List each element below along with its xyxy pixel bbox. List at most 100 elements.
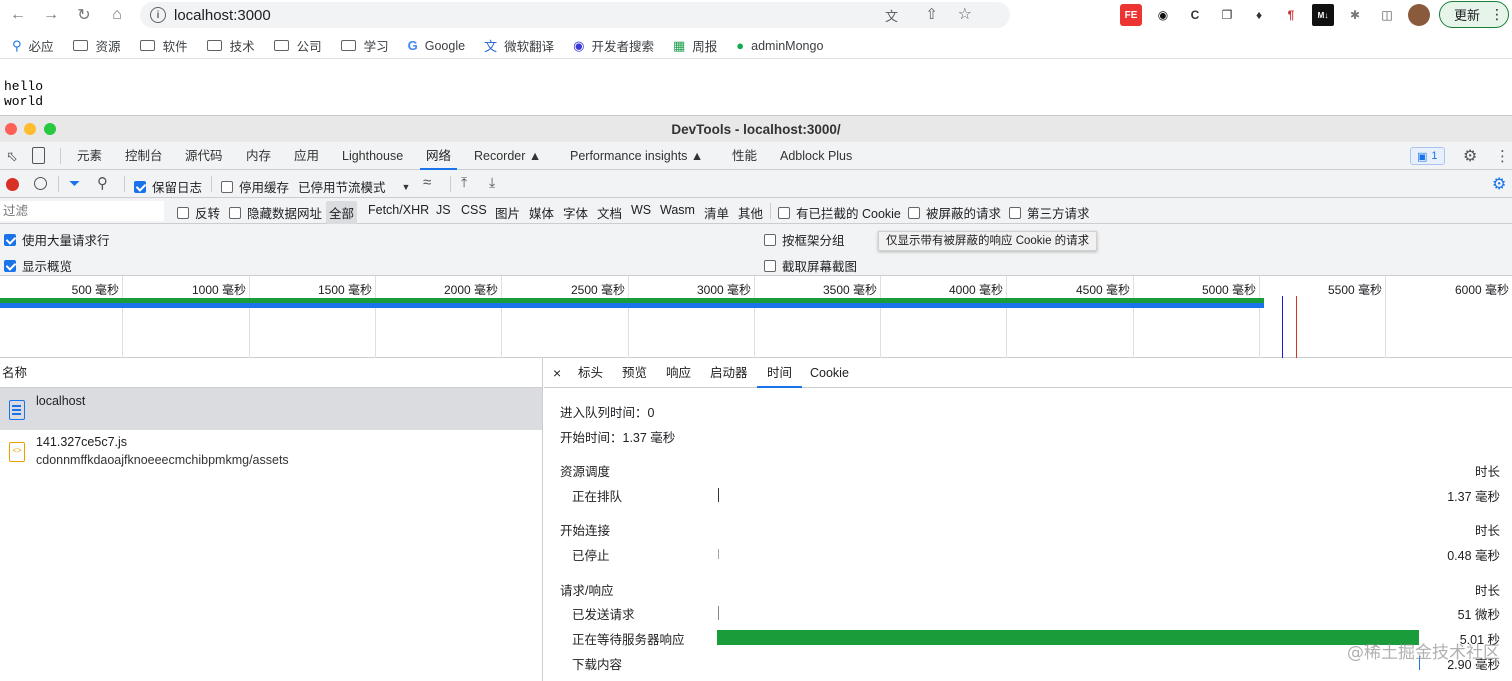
export-har-icon[interactable]: ⤓ — [489, 174, 495, 191]
checkbox[interactable] — [1009, 206, 1021, 219]
filter-type-ws[interactable]: WS — [631, 203, 651, 217]
bookmark-folder-software[interactable]: 软件 — [139, 36, 188, 55]
bookmark-folder-company[interactable]: 公司 — [273, 36, 322, 55]
filter-type-js[interactable]: JS — [436, 203, 451, 217]
cs-extension-icon[interactable]: C — [1184, 4, 1206, 26]
share-icon[interactable]: ⇧ — [925, 5, 938, 23]
network-settings-gear-icon[interactable]: ⚙ — [1492, 174, 1506, 194]
show-overview-checkbox[interactable]: 显示概览 — [4, 256, 72, 275]
large-rows-checkbox[interactable]: 使用大量请求行 — [4, 230, 110, 249]
record-button[interactable] — [6, 178, 19, 191]
bookmark-ms-translate[interactable]: 文微软翻译 — [484, 36, 554, 55]
checkbox[interactable] — [778, 206, 790, 219]
network-overview-timeline[interactable]: 500 毫秒 1000 毫秒 1500 毫秒 2000 毫秒 2500 毫秒 3000 毫… — [0, 276, 1512, 358]
capture-screenshots-checkbox[interactable]: 截取屏幕截图 — [764, 256, 857, 275]
request-row[interactable]: <> 141.327ce5c7.js cdonnmffkdaoajfknoeee… — [0, 430, 542, 472]
filter-type-css[interactable]: CSS — [461, 203, 487, 217]
tab-cookies[interactable]: Cookie — [810, 358, 849, 388]
bookmark-folder-study[interactable]: 学习 — [340, 36, 389, 55]
bookmark-google[interactable]: G Google — [408, 38, 465, 53]
filter-type-all[interactable]: 全部 — [326, 201, 358, 224]
filter-type-fetch-xhr[interactable]: Fetch/XHR — [368, 203, 429, 217]
puzzle-extensions-icon[interactable]: ✱ — [1344, 4, 1366, 26]
minimize-window-button[interactable] — [24, 123, 36, 135]
site-info-icon[interactable]: i — [150, 7, 166, 23]
checkbox[interactable] — [764, 259, 776, 272]
tab-application[interactable]: 应用 — [294, 142, 319, 170]
gear-icon[interactable]: ⚙ — [1463, 146, 1477, 166]
translate-icon[interactable]: 文 — [885, 6, 898, 25]
bookmark-adminmongo[interactable]: ● adminMongo — [736, 38, 823, 53]
issues-badge[interactable]: ▣ 1 — [1410, 147, 1445, 165]
search-icon[interactable]: ⚲ — [97, 174, 108, 192]
more-vertical-icon[interactable]: ⋮ — [1495, 147, 1510, 165]
tab-memory[interactable]: 内存 — [246, 142, 271, 170]
checkbox[interactable] — [4, 259, 16, 272]
bookmark-bing[interactable]: ⚲ 必应 — [12, 36, 54, 55]
checkbox[interactable] — [229, 206, 241, 219]
side-panel-icon[interactable]: ◫ — [1376, 4, 1398, 26]
inspect-element-icon[interactable]: ⬁ — [6, 148, 18, 165]
bookmark-weekly[interactable]: ▦ 周报 — [673, 36, 717, 55]
group-by-frame-checkbox[interactable]: 按框架分组 — [764, 230, 845, 249]
disable-cache-checkbox[interactable]: 停用缓存 — [221, 177, 289, 196]
tab-adblock-plus[interactable]: Adblock Plus — [780, 142, 852, 170]
tab-initiator[interactable]: 启动器 — [710, 358, 748, 388]
copy-extension-icon[interactable]: ❐ — [1216, 4, 1238, 26]
request-row[interactable]: localhost — [0, 388, 542, 430]
tab-recorder[interactable]: Recorder ▲ — [474, 142, 541, 170]
close-window-button[interactable] — [5, 123, 17, 135]
clear-icon[interactable] — [34, 177, 47, 190]
filter-icon[interactable]: ⏷ — [69, 175, 80, 192]
bookmark-folder-tech[interactable]: 技术 — [206, 36, 255, 55]
avatar[interactable] — [1408, 4, 1430, 26]
network-conditions-icon[interactable]: ≈ — [423, 174, 431, 191]
mask-extension-icon[interactable]: ◉ — [1152, 4, 1174, 26]
checkbox[interactable] — [221, 180, 233, 193]
tab-elements[interactable]: 元素 — [77, 142, 102, 170]
throttling-select[interactable]: 已停用节流模式 ▼ — [298, 177, 410, 196]
filter-type-img[interactable]: 图片 — [495, 203, 520, 222]
forward-arrow-icon[interactable]: → — [39, 3, 63, 27]
paragraph-extension-icon[interactable]: ¶ — [1280, 4, 1302, 26]
tab-preview[interactable]: 预览 — [622, 358, 647, 388]
tab-response[interactable]: 响应 — [666, 358, 691, 388]
maximize-window-button[interactable] — [44, 123, 56, 135]
device-toolbar-icon[interactable] — [32, 147, 45, 164]
tab-sources[interactable]: 源代码 — [185, 142, 223, 170]
tab-network[interactable]: 网络 — [420, 142, 458, 170]
filter-type-doc[interactable]: 文档 — [597, 203, 622, 222]
fe-extension-icon[interactable]: FE — [1120, 4, 1142, 26]
filter-type-font[interactable]: 字体 — [563, 203, 588, 222]
bookmark-star-icon[interactable]: ☆ — [958, 4, 972, 24]
tab-headers[interactable]: 标头 — [578, 358, 603, 388]
blocked-requests-checkbox[interactable]: 被屏蔽的请求 — [908, 203, 1001, 222]
back-arrow-icon[interactable]: ← — [6, 3, 30, 27]
name-column-header[interactable]: 名称 — [0, 358, 542, 388]
sg-extension-icon[interactable]: ♦ — [1248, 4, 1270, 26]
tab-performance-insights[interactable]: Performance insights ▲ — [570, 142, 703, 170]
markdown-extension-icon[interactable]: M↓ — [1312, 4, 1334, 26]
invert-checkbox[interactable]: 反转 — [177, 203, 220, 222]
tab-lighthouse[interactable]: Lighthouse — [342, 142, 403, 170]
filter-input[interactable] — [0, 201, 164, 221]
checkbox[interactable] — [177, 206, 189, 219]
checkbox[interactable] — [134, 180, 146, 193]
tab-console[interactable]: 控制台 — [125, 142, 163, 170]
blocked-cookies-checkbox[interactable]: 有已拦截的 Cookie — [778, 203, 901, 222]
filter-type-media[interactable]: 媒体 — [529, 203, 554, 222]
checkbox[interactable] — [4, 233, 16, 246]
update-button[interactable]: 更新 ⋮ — [1439, 1, 1509, 28]
filter-type-other[interactable]: 其他 — [738, 203, 763, 222]
tab-performance[interactable]: 性能 — [732, 142, 757, 170]
tab-timing[interactable]: 时间 — [757, 358, 803, 388]
reload-icon[interactable]: ↻ — [72, 3, 96, 27]
home-icon[interactable]: ⌂ — [105, 3, 129, 27]
checkbox[interactable] — [908, 206, 920, 219]
address-bar[interactable]: i localhost:3000 文 ⇧ ☆ — [140, 2, 1010, 28]
preserve-log-checkbox[interactable]: 保留日志 — [134, 177, 202, 196]
filter-type-manifest[interactable]: 清单 — [704, 203, 729, 222]
filter-type-wasm[interactable]: Wasm — [660, 203, 695, 217]
bookmark-folder-resources[interactable]: 资源 — [72, 36, 121, 55]
close-icon[interactable]: × — [553, 358, 561, 388]
